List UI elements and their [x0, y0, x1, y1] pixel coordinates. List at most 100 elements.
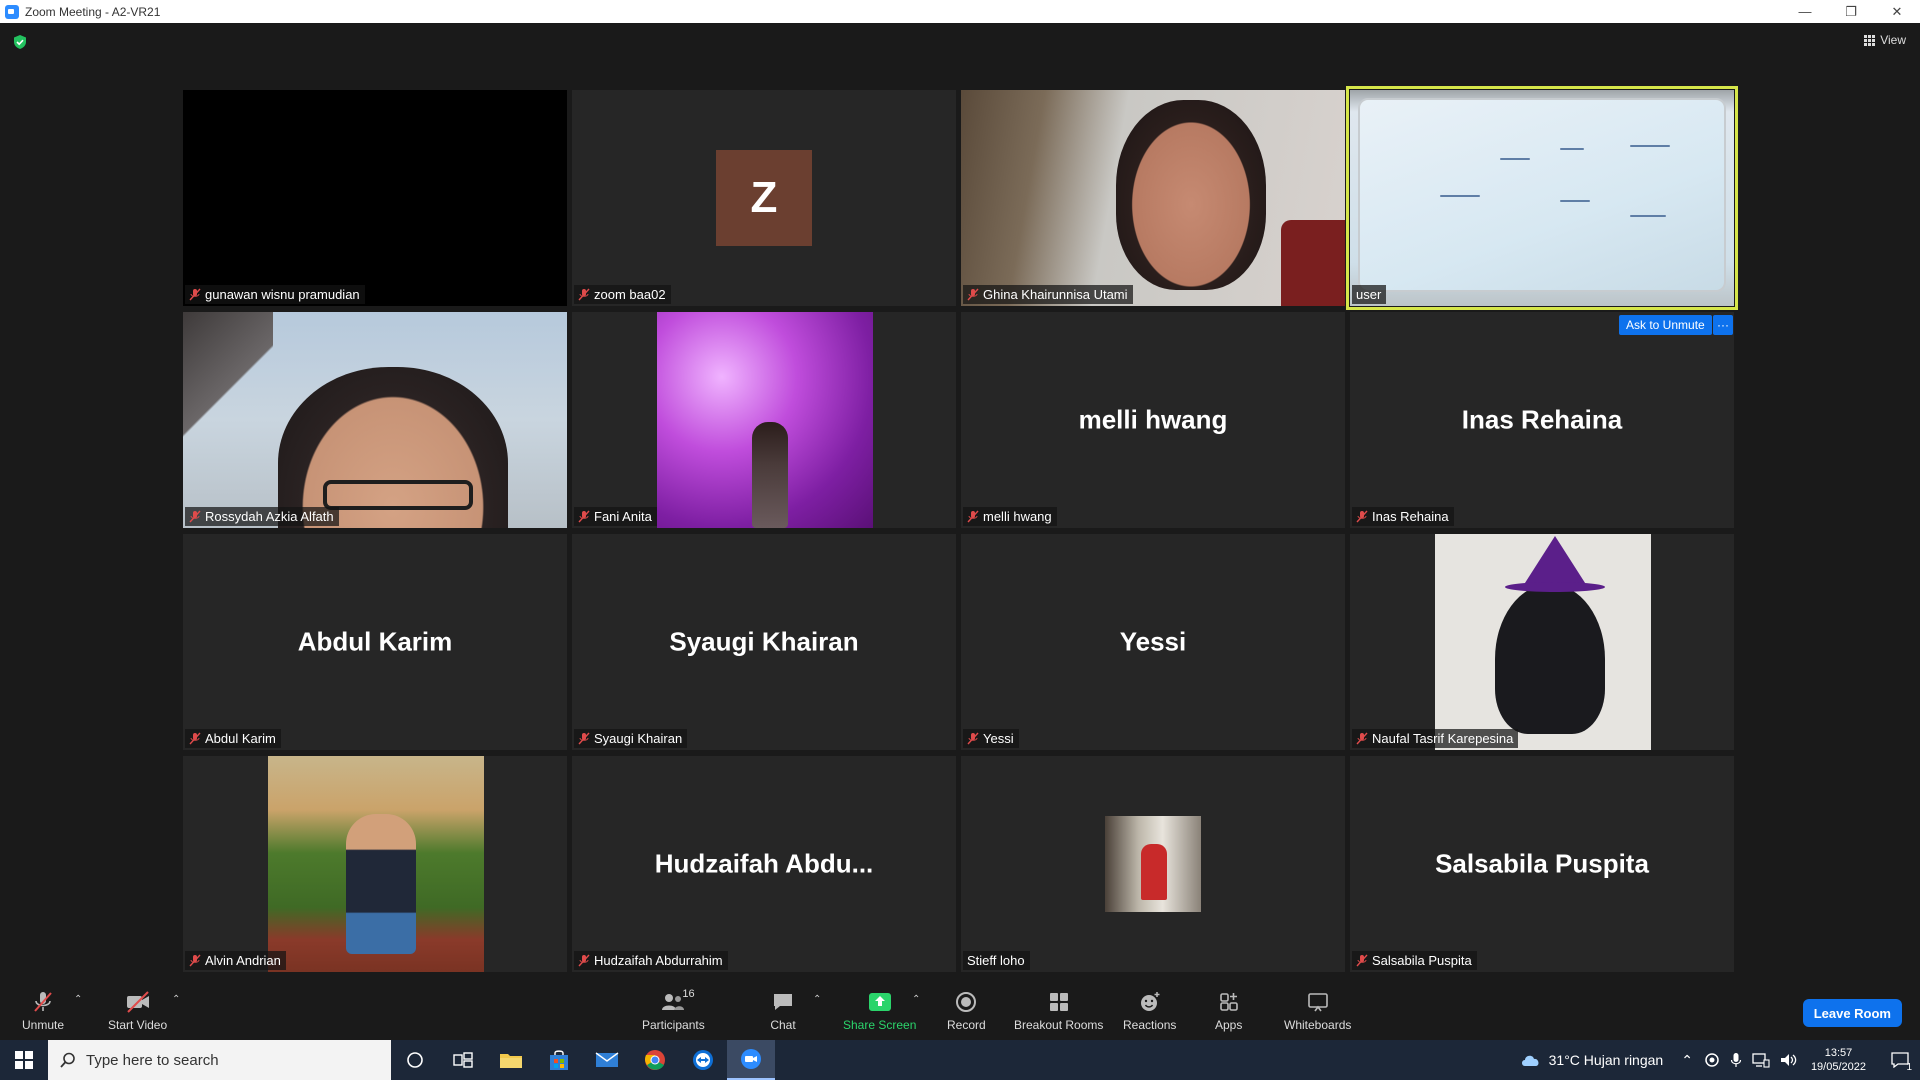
participant-nametag: Syaugi Khairan	[574, 729, 688, 748]
breakout-rooms-icon	[1049, 993, 1068, 1011]
muted-microphone-icon	[34, 992, 52, 1012]
store-taskbar-button[interactable]	[535, 1040, 583, 1080]
participant-nametag: zoom baa02	[574, 285, 671, 304]
participant-tile[interactable]: Ghina Khairunnisa Utami	[961, 90, 1345, 306]
ask-to-unmute-button[interactable]: Ask to Unmute	[1619, 315, 1712, 335]
participant-name: Alvin Andrian	[205, 953, 281, 968]
participant-name: melli hwang	[983, 509, 1052, 524]
participant-tile-active-speaker[interactable]: user	[1346, 86, 1738, 310]
participant-nametag: gunawan wisnu pramudian	[185, 285, 365, 304]
notification-center-button[interactable]: 1	[1880, 1040, 1920, 1080]
participant-tile[interactable]: gunawan wisnu pramudian	[183, 90, 567, 306]
share-options-caret[interactable]: ⌃	[912, 994, 920, 1005]
taskbar-clock[interactable]: 13:57 19/05/2022	[1811, 1046, 1866, 1074]
restore-button[interactable]: ❐	[1828, 0, 1874, 23]
muted-mic-icon	[578, 954, 590, 967]
zoom-camera-icon	[741, 1049, 761, 1069]
microphone-icon[interactable]	[1730, 1052, 1742, 1068]
more-options-button[interactable]: ···	[1713, 315, 1733, 335]
share-screen-button[interactable]: Share Screen	[843, 990, 916, 1032]
muted-mic-icon	[1356, 954, 1368, 967]
cortana-button[interactable]	[391, 1040, 439, 1080]
start-button[interactable]	[0, 1040, 48, 1080]
muted-mic-icon	[578, 510, 590, 523]
view-button[interactable]: View	[1864, 33, 1906, 47]
location-icon[interactable]	[1704, 1052, 1720, 1068]
minimize-button[interactable]: —	[1782, 0, 1828, 23]
audio-options-caret[interactable]: ⌃	[74, 994, 82, 1005]
participant-name: Abdul Karim	[205, 731, 276, 746]
teamviewer-icon	[693, 1050, 713, 1070]
window-title: Zoom Meeting - A2-VR21	[25, 4, 161, 19]
record-button[interactable]: Record	[947, 990, 986, 1032]
task-view-button[interactable]	[439, 1040, 487, 1080]
participant-nametag: melli hwang	[963, 507, 1057, 526]
mail-taskbar-button[interactable]	[583, 1040, 631, 1080]
participant-tile[interactable]: Inas Rehaina Inas Rehaina	[1350, 312, 1734, 528]
participants-count: 16	[682, 988, 695, 1000]
unmute-button[interactable]: Unmute	[22, 990, 64, 1032]
video-options-caret[interactable]: ⌃	[172, 994, 180, 1005]
meeting-toolbar: Unmute ⌃ Start Video ⌃ 16 Participants C…	[0, 980, 1920, 1040]
chat-options-caret[interactable]: ⌃	[813, 994, 821, 1005]
start-video-button[interactable]: Start Video	[108, 990, 167, 1032]
participant-tile[interactable]: Stieff loho	[961, 756, 1345, 972]
breakout-rooms-label: Breakout Rooms	[1014, 1018, 1104, 1032]
security-shield-icon[interactable]	[12, 34, 28, 50]
whiteboards-label: Whiteboards	[1284, 1018, 1352, 1032]
participant-tile[interactable]: melli hwang melli hwang	[961, 312, 1345, 528]
record-icon	[956, 992, 977, 1012]
chrome-taskbar-button[interactable]	[631, 1040, 679, 1080]
chevron-up-icon[interactable]: ⌃	[1681, 1052, 1693, 1069]
participant-tile[interactable]: Syaugi Khairan Syaugi Khairan	[572, 534, 956, 750]
participant-tile[interactable]: Fani Anita	[572, 312, 956, 528]
muted-mic-icon	[1356, 732, 1368, 745]
participant-profile-photo	[268, 756, 484, 972]
apps-button[interactable]: Apps	[1215, 990, 1242, 1032]
participant-name: Hudzaifah Abdurrahim	[594, 953, 723, 968]
taskbar-search-box[interactable]: Type here to search	[48, 1040, 391, 1080]
participant-tile[interactable]: Salsabila Puspita Salsabila Puspita	[1350, 756, 1734, 972]
reactions-label: Reactions	[1123, 1018, 1177, 1032]
participant-tile[interactable]: Yessi Yessi	[961, 534, 1345, 750]
participant-name: Ghina Khairunnisa Utami	[983, 287, 1128, 302]
teamviewer-taskbar-button[interactable]	[679, 1040, 727, 1080]
close-button[interactable]: ✕	[1874, 0, 1920, 23]
participant-tile[interactable]: Z zoom baa02	[572, 90, 956, 306]
participant-name: Syaugi Khairan	[594, 731, 683, 746]
weather-text[interactable]: 31°C Hujan ringan	[1549, 1052, 1664, 1068]
participant-name: Naufal Tasrif Karepesina	[1372, 731, 1514, 746]
reactions-button[interactable]: Reactions	[1123, 990, 1176, 1032]
leave-room-button[interactable]: Leave Room	[1802, 999, 1902, 1027]
clock-date: 19/05/2022	[1810, 1061, 1866, 1073]
zoom-app-icon	[5, 4, 19, 19]
network-icon[interactable]	[1752, 1052, 1770, 1068]
whiteboards-button[interactable]: Whiteboards	[1284, 990, 1351, 1032]
start-video-label: Start Video	[108, 1018, 168, 1032]
participant-tile[interactable]: Hudzaifah Abdu... Hudzaifah Abdurrahim	[572, 756, 956, 972]
participant-profile-photo	[1105, 816, 1201, 912]
file-explorer-taskbar-button[interactable]	[487, 1040, 535, 1080]
participants-button[interactable]: 16 Participants	[642, 988, 705, 1032]
windows-logo-icon	[15, 1051, 33, 1069]
muted-mic-icon	[189, 954, 201, 967]
participant-tile[interactable]: Alvin Andrian	[183, 756, 567, 972]
participant-display-name: Syaugi Khairan	[669, 626, 859, 657]
muted-mic-icon	[967, 732, 979, 745]
muted-mic-icon	[967, 288, 979, 301]
muted-mic-icon	[189, 510, 201, 523]
zoom-taskbar-button[interactable]	[727, 1040, 775, 1080]
participant-tile[interactable]: Abdul Karim Abdul Karim	[183, 534, 567, 750]
breakout-rooms-button[interactable]: Breakout Rooms	[1014, 990, 1103, 1032]
view-label: View	[1880, 33, 1906, 47]
volume-icon[interactable]	[1780, 1052, 1798, 1068]
participant-name: user	[1356, 287, 1382, 302]
chat-button[interactable]: Chat	[770, 990, 796, 1032]
chrome-icon	[645, 1050, 665, 1070]
system-tray: 31°C Hujan ringan ⌃ 13:57 19/05/2022 1	[1519, 1040, 1920, 1080]
participant-tile[interactable]: Rossydah Azkia Alfath	[183, 312, 567, 528]
apps-icon	[1219, 993, 1238, 1011]
share-screen-label: Share Screen	[843, 1018, 917, 1032]
participant-tile[interactable]: Naufal Tasrif Karepesina	[1350, 534, 1734, 750]
muted-mic-icon	[578, 732, 590, 745]
